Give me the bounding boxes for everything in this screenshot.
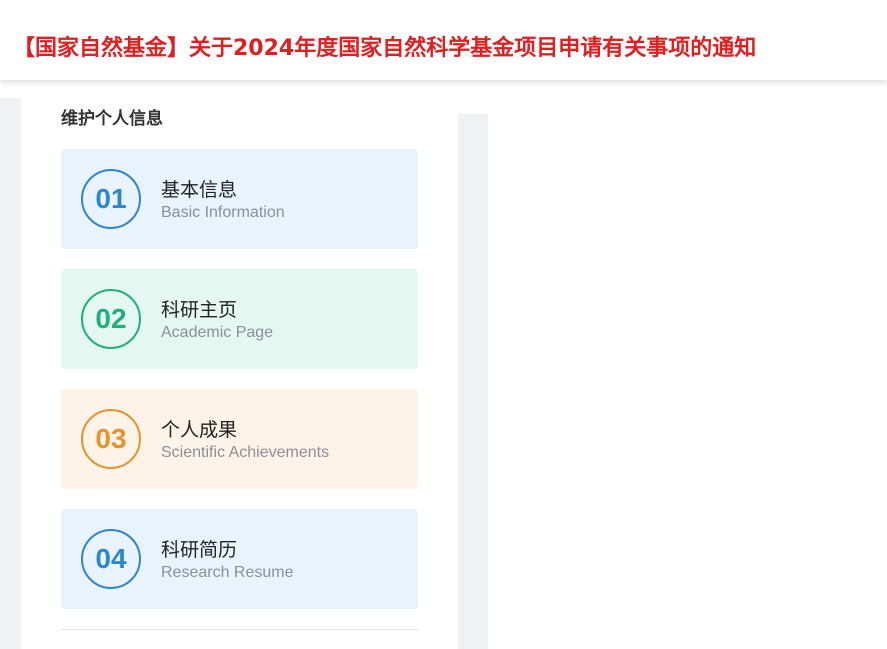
number-badge-icon: 02 xyxy=(81,289,141,349)
number-badge-icon: 01 xyxy=(81,169,141,229)
card-title: 基本信息 xyxy=(161,179,238,201)
notice-banner[interactable]: 【国家自然基金】关于2024年度国家自然科学基金项目申请有关事项的通知 xyxy=(0,0,887,80)
notice-title-link[interactable]: 【国家自然基金】关于2024年度国家自然科学基金项目申请有关事项的通知 xyxy=(13,30,756,62)
card-research-resume[interactable]: 04 科研简历 Research Resume xyxy=(61,509,418,609)
card-title: 个人成果 xyxy=(161,419,238,441)
card-title: 科研主页 xyxy=(161,299,238,321)
card-subtitle: Academic Page xyxy=(161,324,274,341)
number-badge-icon: 03 xyxy=(81,409,141,469)
card-subtitle: Scientific Achievements xyxy=(161,444,330,461)
card-title: 科研简历 xyxy=(161,539,238,561)
left-gutter xyxy=(0,98,21,649)
card-subtitle: Basic Information xyxy=(161,204,285,221)
right-gutter xyxy=(458,114,488,649)
personal-info-panel: 维护个人信息 01 基本信息 Basic Information 02 科研主页… xyxy=(21,98,458,649)
card-scientific-achievements[interactable]: 03 个人成果 Scientific Achievements xyxy=(61,389,418,489)
number-badge-icon: 04 xyxy=(81,529,141,589)
divider xyxy=(61,629,418,630)
card-basic-information[interactable]: 01 基本信息 Basic Information xyxy=(61,149,418,249)
card-subtitle: Research Resume xyxy=(161,564,294,581)
panel-title: 维护个人信息 xyxy=(61,109,163,129)
card-academic-page[interactable]: 02 科研主页 Academic Page xyxy=(61,269,418,369)
